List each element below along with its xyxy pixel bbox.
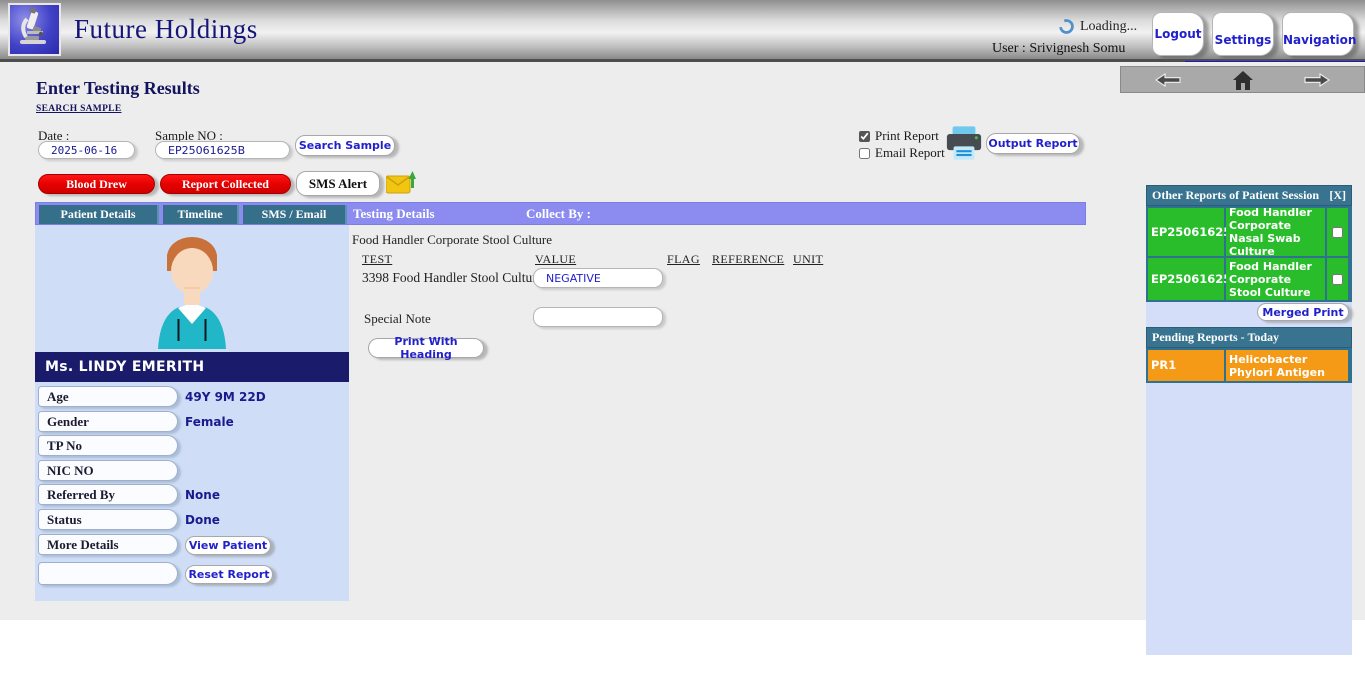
loading-indicator: Loading... bbox=[1058, 18, 1137, 35]
send-email-icon[interactable] bbox=[386, 171, 416, 199]
date-input[interactable] bbox=[38, 141, 135, 159]
app-window: Future Holdings Loading... User : Srivig… bbox=[0, 0, 1365, 678]
pending-reports-title: Pending Reports - Today bbox=[1152, 330, 1279, 345]
search-sample-link[interactable]: SEARCH SAMPLE bbox=[36, 104, 121, 114]
field-label-tp-no: TP No bbox=[38, 435, 178, 456]
field-value-referred-by: None bbox=[185, 488, 220, 502]
other-reports-title: Other Reports of Patient Session bbox=[1152, 188, 1319, 203]
other-reports-header: Other Reports of Patient Session [X] bbox=[1146, 185, 1352, 206]
pending-reports-table: PR1 Helicobacter Phylori Antigen bbox=[1146, 348, 1352, 383]
forward-arrow-icon[interactable] bbox=[1304, 73, 1330, 87]
app-logo bbox=[8, 3, 61, 56]
field-label-nic-no: NIC NO bbox=[38, 460, 178, 481]
report-name: Food Handler Corporate Stool Culture bbox=[1226, 258, 1325, 300]
special-note-label: Special Note bbox=[364, 311, 431, 327]
sample-no-input[interactable] bbox=[155, 141, 290, 159]
tab-sms-email[interactable]: SMS / Email bbox=[243, 205, 347, 224]
field-value-age: 49Y 9M 22D bbox=[185, 390, 266, 404]
culture-title: Food Handler Corporate Stool Culture bbox=[352, 232, 552, 248]
report-collected-button[interactable]: Report Collected bbox=[160, 174, 291, 194]
print-with-heading-button[interactable]: Print With Heading bbox=[368, 338, 484, 358]
microscope-icon bbox=[15, 7, 55, 52]
logout-button[interactable]: Logout bbox=[1152, 12, 1204, 56]
report-row: EP25061625 Food Handler Corporate Nasal … bbox=[1148, 208, 1350, 256]
printer-icon[interactable] bbox=[945, 125, 983, 167]
home-icon[interactable] bbox=[1231, 69, 1255, 91]
test-value-input[interactable] bbox=[533, 268, 663, 288]
app-title: Future Holdings bbox=[74, 14, 258, 45]
field-value-gender: Female bbox=[185, 415, 234, 429]
column-header-unit: UNIT bbox=[793, 252, 823, 267]
field-value-status: Done bbox=[185, 513, 220, 527]
email-report-checkbox[interactable] bbox=[859, 148, 870, 159]
patient-avatar bbox=[132, 227, 252, 354]
pending-report-row: PR1 Helicobacter Phylori Antigen bbox=[1148, 350, 1350, 381]
column-header-value: VALUE bbox=[535, 252, 576, 267]
report-select-checkbox[interactable] bbox=[1332, 227, 1343, 238]
navigation-button[interactable]: Navigation bbox=[1282, 12, 1354, 56]
report-select-checkbox[interactable] bbox=[1332, 274, 1343, 285]
pending-reports-header: Pending Reports - Today bbox=[1146, 327, 1352, 348]
close-icon[interactable]: [X] bbox=[1329, 188, 1346, 203]
field-label-blank bbox=[38, 562, 178, 585]
column-header-reference: REFERENCE bbox=[712, 252, 784, 267]
report-id: EP25061625 bbox=[1148, 208, 1224, 256]
output-report-button[interactable]: Output Report bbox=[986, 133, 1080, 154]
tab-testing-details-label: Testing Details bbox=[353, 206, 435, 222]
field-label-status: Status bbox=[38, 509, 178, 530]
settings-button[interactable]: Settings bbox=[1212, 12, 1274, 56]
blood-drew-button[interactable]: Blood Drew bbox=[38, 174, 155, 194]
tab-patient-details[interactable]: Patient Details bbox=[39, 205, 159, 224]
report-row: EP25061625B Food Handler Corporate Stool… bbox=[1148, 258, 1350, 300]
other-reports-table: EP25061625 Food Handler Corporate Nasal … bbox=[1146, 206, 1352, 302]
right-panel: Other Reports of Patient Session [X] EP2… bbox=[1146, 185, 1352, 655]
tab-bar: Patient Details Timeline SMS / Email Tes… bbox=[35, 202, 1086, 225]
reset-report-button[interactable]: Reset Report bbox=[185, 565, 273, 584]
view-patient-button[interactable]: View Patient bbox=[185, 536, 271, 555]
report-checkbox-cell bbox=[1327, 208, 1348, 256]
search-sample-button[interactable]: Search Sample bbox=[295, 135, 395, 156]
patient-name-bar: Ms. LINDY EMERITH bbox=[35, 352, 349, 382]
tab-timeline[interactable]: Timeline bbox=[163, 205, 239, 224]
report-id: EP25061625B bbox=[1148, 258, 1224, 300]
email-report-label: Email Report bbox=[875, 145, 945, 161]
test-row-name: 3398 Food Handler Stool Culture bbox=[362, 270, 543, 286]
field-label-referred-by: Referred By bbox=[38, 484, 178, 505]
loading-text: Loading... bbox=[1080, 19, 1137, 35]
email-report-option: Email Report bbox=[859, 145, 945, 161]
pending-report-name: Helicobacter Phylori Antigen bbox=[1226, 350, 1348, 381]
report-checkbox-cell bbox=[1327, 258, 1348, 300]
column-header-flag: FLAG bbox=[667, 252, 700, 267]
column-header-test: TEST bbox=[362, 252, 392, 267]
field-label-more-details: More Details bbox=[38, 534, 178, 555]
sms-alert-button[interactable]: SMS Alert bbox=[296, 171, 380, 196]
print-report-label: Print Report bbox=[875, 128, 939, 144]
merged-print-button[interactable]: Merged Print bbox=[1257, 303, 1349, 321]
print-report-option: Print Report bbox=[859, 128, 939, 144]
browser-nav-bar bbox=[1120, 66, 1365, 93]
pending-report-id: PR1 bbox=[1148, 350, 1224, 381]
special-note-input[interactable] bbox=[533, 307, 663, 327]
app-header: Future Holdings Loading... User : Srivig… bbox=[0, 0, 1365, 62]
report-name: Food Handler Corporate Nasal Swab Cultur… bbox=[1226, 208, 1325, 256]
page-title: Enter Testing Results bbox=[36, 78, 200, 99]
print-report-checkbox[interactable] bbox=[859, 131, 870, 142]
collect-by-label: Collect By : bbox=[526, 206, 591, 222]
current-user-label: User : Srivignesh Somu bbox=[992, 41, 1125, 57]
field-label-gender: Gender bbox=[38, 411, 178, 432]
patient-panel: Ms. LINDY EMERITH Age 49Y 9M 22D Gender … bbox=[35, 225, 349, 601]
back-arrow-icon[interactable] bbox=[1155, 73, 1181, 87]
field-label-age: Age bbox=[38, 386, 178, 407]
spinner-icon bbox=[1058, 18, 1075, 35]
